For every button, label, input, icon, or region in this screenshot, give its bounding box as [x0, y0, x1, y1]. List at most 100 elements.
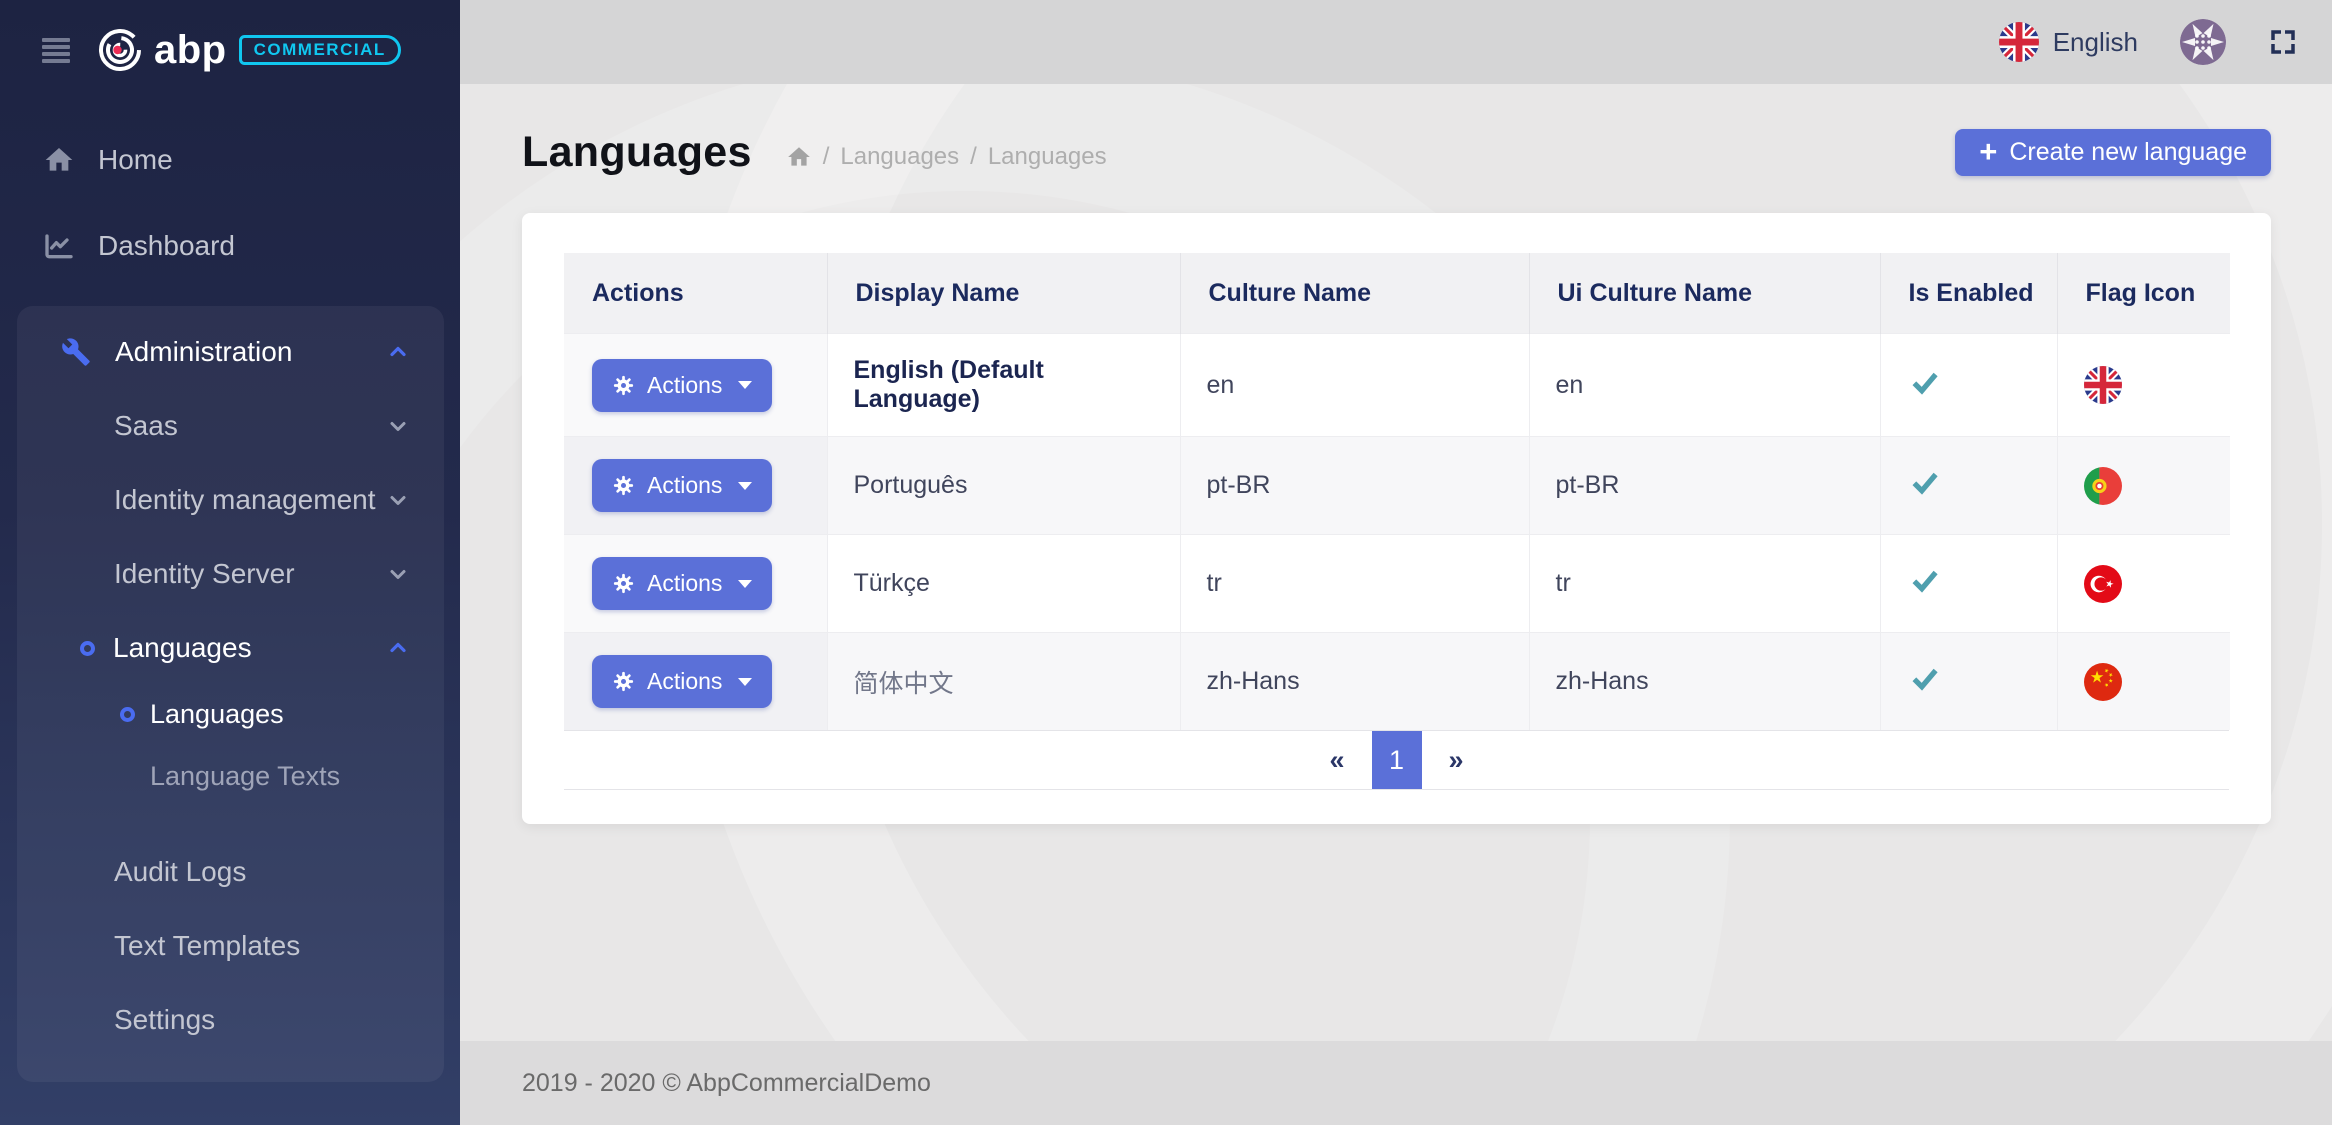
actions-dropdown-button[interactable]: Actions: [592, 655, 772, 708]
sidebar-item-languages-sub[interactable]: Languages: [17, 686, 444, 742]
sidebar-group-administration: Administration Saas Identity management: [17, 306, 444, 1082]
caret-down-icon: [738, 482, 752, 490]
sidebar-item-label: Identity management: [114, 484, 376, 516]
language-selector[interactable]: English: [1999, 22, 2138, 62]
main-area: English: [460, 0, 2332, 1125]
actions-label: Actions: [647, 668, 722, 695]
sidebar-header: abp COMMERCIAL: [0, 0, 460, 72]
flag-cell: [2057, 334, 2230, 437]
table-header-row: Actions Display Name Culture Name Ui Cul…: [564, 253, 2230, 334]
sidebar-item-dashboard[interactable]: Dashboard: [0, 214, 460, 278]
turkey-flag-icon: [2084, 565, 2122, 603]
sidebar-item-languages[interactable]: Languages: [17, 616, 444, 680]
flag-cell: [2057, 437, 2230, 535]
sidebar-item-label: Dashboard: [98, 230, 235, 262]
pagination-page-1[interactable]: 1: [1372, 731, 1422, 789]
sidebar-item-label: Administration: [115, 336, 292, 368]
column-header-is-enabled[interactable]: Is Enabled: [1880, 253, 2057, 334]
column-header-actions[interactable]: Actions: [564, 253, 827, 334]
abp-logo-icon: [98, 28, 142, 72]
sidebar-item-text-templates[interactable]: Text Templates: [17, 914, 444, 978]
column-header-flag-icon[interactable]: Flag Icon: [2057, 253, 2230, 334]
caret-down-icon: [738, 580, 752, 588]
chevron-down-icon: [386, 562, 410, 586]
is-enabled-cell: [1880, 535, 2057, 633]
pagination-next-button[interactable]: »: [1422, 745, 1491, 776]
home-icon: [42, 144, 76, 176]
content: Languages / Languages / Languages + Crea…: [460, 84, 2332, 1041]
breadcrumb-link-languages[interactable]: Languages: [840, 143, 959, 171]
check-icon: [1907, 663, 1943, 693]
languages-table: Actions Display Name Culture Name Ui Cul…: [564, 253, 2230, 730]
sidebar-item-label: Languages: [113, 632, 252, 664]
breadcrumb-home-icon: [786, 144, 812, 170]
portugal-flag-icon: [2084, 467, 2122, 505]
ui-culture-name-cell: zh-Hans: [1529, 633, 1880, 731]
app-root: abp COMMERCIAL Home Dashboard: [0, 0, 2332, 1125]
actions-label: Actions: [647, 372, 722, 399]
culture-name-cell: pt-BR: [1180, 437, 1529, 535]
flag-cell: [2057, 535, 2230, 633]
column-header-display-name[interactable]: Display Name: [827, 253, 1180, 334]
culture-name-cell: en: [1180, 334, 1529, 437]
sidebar-item-label: Identity Server: [114, 558, 295, 590]
caret-down-icon: [738, 381, 752, 389]
culture-name-cell: zh-Hans: [1180, 633, 1529, 731]
display-name-cell: Türkçe: [827, 535, 1180, 633]
gear-icon: [612, 670, 635, 693]
languages-table-card: Actions Display Name Culture Name Ui Cul…: [522, 213, 2271, 824]
create-new-language-button[interactable]: + Create new language: [1955, 129, 2271, 176]
sidebar-item-label: Settings: [114, 1004, 215, 1036]
ui-culture-name-cell: tr: [1529, 535, 1880, 633]
sidebar-item-administration[interactable]: Administration: [17, 320, 444, 384]
sidebar-item-identity-server[interactable]: Identity Server: [17, 542, 444, 606]
is-enabled-cell: [1880, 437, 2057, 535]
sidebar-nav: Home Dashboard Administration: [0, 128, 460, 1082]
chevron-down-icon: [386, 488, 410, 512]
display-name-cell: English (Default Language): [827, 334, 1180, 437]
current-language-label: English: [2053, 27, 2138, 58]
sidebar-item-home[interactable]: Home: [0, 128, 460, 192]
culture-name-cell: tr: [1180, 535, 1529, 633]
actions-dropdown-button[interactable]: Actions: [592, 459, 772, 512]
abp-logo[interactable]: abp COMMERCIAL: [98, 28, 401, 72]
chevron-down-icon: [386, 414, 410, 438]
actions-label: Actions: [647, 472, 722, 499]
sidebar-item-language-texts[interactable]: Language Texts: [17, 748, 444, 804]
sidebar: abp COMMERCIAL Home Dashboard: [0, 0, 460, 1125]
chevron-up-icon: [386, 636, 410, 660]
dashboard-chart-icon: [42, 230, 76, 262]
topbar: English: [460, 0, 2332, 84]
fullscreen-icon: [2268, 27, 2298, 57]
pagination-prev-button[interactable]: «: [1302, 745, 1371, 776]
footer: 2019 - 2020 © AbpCommercialDemo: [460, 1041, 2332, 1125]
table-row: Actions Português pt-BR pt-BR: [564, 437, 2230, 535]
sidebar-item-label: Text Templates: [114, 930, 300, 962]
sidebar-item-settings[interactable]: Settings: [17, 988, 444, 1052]
column-header-culture-name[interactable]: Culture Name: [1180, 253, 1529, 334]
actions-dropdown-button[interactable]: Actions: [592, 359, 772, 412]
user-avatar[interactable]: [2180, 19, 2226, 65]
menu-toggle-button[interactable]: [40, 34, 72, 67]
actions-dropdown-button[interactable]: Actions: [592, 557, 772, 610]
actions-label: Actions: [647, 570, 722, 597]
breadcrumb-separator: /: [823, 143, 830, 171]
sidebar-item-label: Language Texts: [150, 761, 340, 792]
check-icon: [1907, 565, 1943, 595]
sidebar-item-identity-management[interactable]: Identity management: [17, 468, 444, 532]
page-title: Languages: [522, 128, 752, 177]
sidebar-item-audit-logs[interactable]: Audit Logs: [17, 840, 444, 904]
pagination: « 1 »: [564, 730, 2229, 790]
column-header-ui-culture-name[interactable]: Ui Culture Name: [1529, 253, 1880, 334]
united-kingdom-flag-icon: [2084, 366, 2122, 404]
avatar-image: [2180, 19, 2226, 65]
fullscreen-button[interactable]: [2268, 27, 2298, 57]
sidebar-item-label: Languages: [150, 699, 284, 730]
is-enabled-cell: [1880, 633, 2057, 731]
sidebar-item-label: Saas: [114, 410, 178, 442]
ui-culture-name-cell: en: [1529, 334, 1880, 437]
breadcrumb-current: Languages: [988, 143, 1107, 171]
sidebar-item-saas[interactable]: Saas: [17, 394, 444, 458]
table-row: Actions Türkçe tr tr: [564, 535, 2230, 633]
caret-down-icon: [738, 678, 752, 686]
